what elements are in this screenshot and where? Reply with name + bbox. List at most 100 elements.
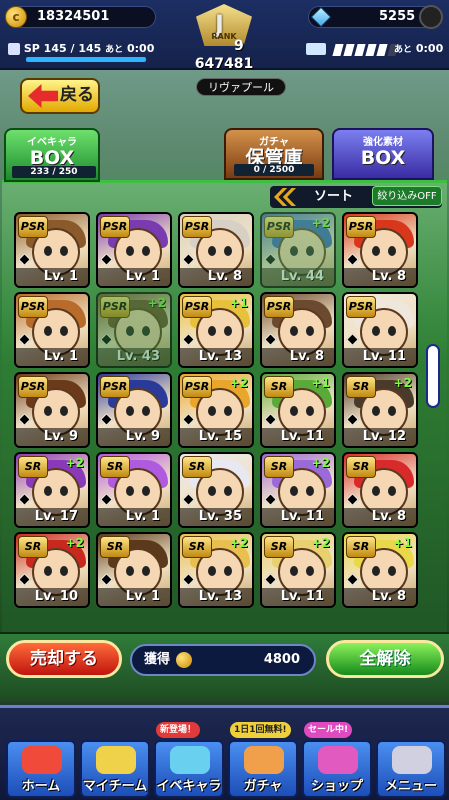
gain-value: 4800 bbox=[263, 652, 300, 667]
menu-button[interactable]: ガチャ bbox=[228, 740, 298, 798]
menu-button[interactable]: イベキャラ bbox=[154, 740, 224, 798]
add-gems-button[interactable] bbox=[419, 5, 443, 29]
menu-button[interactable]: ショップ bbox=[302, 740, 372, 798]
character-eye bbox=[142, 406, 150, 416]
character-card[interactable]: SR Lv. 8 bbox=[342, 452, 418, 528]
character-card[interactable]: SR +1 Lv. 11 bbox=[260, 372, 336, 448]
character-eye bbox=[290, 406, 298, 416]
character-eye bbox=[44, 326, 52, 336]
plus-value: +2 bbox=[65, 536, 84, 550]
release-all-button[interactable]: 全解除 bbox=[326, 640, 444, 678]
plus-value: +2 bbox=[65, 456, 84, 470]
character-card[interactable]: PSR Lv. 11 bbox=[342, 292, 418, 368]
character-card[interactable]: PSR +2 Lv. 43 bbox=[96, 292, 172, 368]
character-eye bbox=[44, 566, 52, 576]
rarity-badge: PSR bbox=[346, 216, 376, 238]
sp-icon bbox=[8, 43, 20, 55]
character-card[interactable]: PSR +2 Lv. 15 bbox=[178, 372, 254, 448]
character-card[interactable]: SR +2 Lv. 11 bbox=[260, 452, 336, 528]
plus-value: +2 bbox=[229, 536, 248, 550]
character-eye bbox=[142, 326, 150, 336]
character-card[interactable]: PSR Lv. 8 bbox=[260, 292, 336, 368]
tab-large-label: BOX bbox=[29, 147, 75, 169]
stamina-status bbox=[306, 42, 326, 55]
character-card[interactable]: SR +2 Lv. 13 bbox=[178, 532, 254, 608]
tab-count: 233 / 250 bbox=[12, 166, 96, 178]
back-arrow-icon bbox=[28, 84, 58, 108]
rarity-badge: PSR bbox=[264, 216, 294, 238]
tab-material-box[interactable]: 強化素材 BOX bbox=[332, 128, 434, 180]
tab-event-chara-box[interactable]: イベキャラ BOX 233 / 250 bbox=[4, 128, 100, 182]
card-level: Lv. 1 bbox=[16, 268, 88, 286]
rarity-badge: PSR bbox=[182, 216, 212, 238]
diamond-icon bbox=[100, 333, 113, 346]
menu-button[interactable]: マイチーム bbox=[80, 740, 150, 798]
character-card[interactable]: SR Lv. 1 bbox=[96, 532, 172, 608]
character-eye bbox=[208, 486, 216, 496]
rarity-badge: SR bbox=[182, 536, 212, 558]
character-card[interactable]: SR +2 Lv. 12 bbox=[342, 372, 418, 448]
card-level: Lv. 1 bbox=[98, 588, 170, 606]
character-eye bbox=[388, 326, 396, 336]
diamond-icon bbox=[264, 573, 277, 586]
filter-button[interactable]: 絞り込みOFF bbox=[372, 186, 442, 206]
card-level: Lv. 1 bbox=[16, 348, 88, 366]
plus-value: +2 bbox=[393, 376, 412, 390]
menu-tag: 新登場！ bbox=[156, 722, 201, 738]
character-eye bbox=[372, 246, 380, 256]
coin-value: 18324501 bbox=[37, 9, 110, 24]
menu-art-icon bbox=[392, 746, 432, 774]
character-eye bbox=[290, 246, 298, 256]
gem-icon bbox=[311, 7, 331, 27]
back-button[interactable]: 戻る bbox=[20, 78, 100, 114]
diamond-icon bbox=[100, 413, 113, 426]
character-card[interactable]: PSR Lv. 1 bbox=[14, 292, 90, 368]
character-card[interactable]: SR +1 Lv. 8 bbox=[342, 532, 418, 608]
plus-value: +2 bbox=[229, 376, 248, 390]
rank-points: 647481 bbox=[194, 56, 254, 72]
rarity-badge: SR bbox=[18, 536, 48, 558]
character-card[interactable]: PSR Lv. 8 bbox=[342, 212, 418, 288]
diamond-icon bbox=[182, 333, 195, 346]
character-card[interactable]: PSR +2 Lv. 44 bbox=[260, 212, 336, 288]
character-eye bbox=[208, 326, 216, 336]
menu-label: イベキャラ bbox=[156, 779, 222, 794]
character-card[interactable]: PSR Lv. 8 bbox=[178, 212, 254, 288]
character-card[interactable]: PSR Lv. 1 bbox=[96, 212, 172, 288]
card-level: Lv. 17 bbox=[16, 508, 88, 526]
menu-button[interactable]: ホーム bbox=[6, 740, 76, 798]
sell-button[interactable]: 売却する bbox=[6, 640, 122, 678]
rarity-badge: PSR bbox=[18, 296, 48, 318]
rarity-badge: PSR bbox=[182, 376, 212, 398]
character-card[interactable]: SR Lv. 35 bbox=[178, 452, 254, 528]
character-card[interactable]: SR +2 Lv. 17 bbox=[14, 452, 90, 528]
character-card[interactable]: PSR Lv. 1 bbox=[14, 212, 90, 288]
diamond-icon bbox=[264, 413, 277, 426]
sp-status: SP 145 / 145 あと 0:00 bbox=[8, 42, 154, 55]
character-eye bbox=[290, 326, 298, 336]
card-level: Lv. 8 bbox=[262, 348, 334, 366]
character-card[interactable]: PSR Lv. 9 bbox=[96, 372, 172, 448]
character-card[interactable]: PSR +1 Lv. 13 bbox=[178, 292, 254, 368]
plus-value: +2 bbox=[311, 216, 330, 230]
menu-button[interactable]: メニュー bbox=[376, 740, 446, 798]
bottom-menu: ホーム マイチーム イベキャラ 新登場！ ガチャ 1日1回無料! ショップ セール中! メニュー bbox=[0, 705, 449, 800]
scrollbar-thumb[interactable] bbox=[426, 344, 440, 408]
plus-value: +1 bbox=[393, 536, 412, 550]
tab-gacha-storage[interactable]: ガチャ 保管庫 0 / 2500 bbox=[224, 128, 324, 180]
rarity-badge: SR bbox=[346, 456, 376, 478]
diamond-icon bbox=[346, 573, 359, 586]
rank-level: 9 bbox=[234, 38, 244, 54]
character-card[interactable]: SR Lv. 1 bbox=[96, 452, 172, 528]
character-eye bbox=[208, 566, 216, 576]
character-card[interactable]: PSR Lv. 9 bbox=[14, 372, 90, 448]
sort-label: ソート bbox=[314, 189, 354, 204]
stamina-suffix: あと bbox=[394, 45, 413, 55]
diamond-icon bbox=[182, 493, 195, 506]
rarity-badge: SR bbox=[18, 456, 48, 478]
card-level: Lv. 8 bbox=[344, 268, 416, 286]
character-card[interactable]: SR +2 Lv. 10 bbox=[14, 532, 90, 608]
character-eye bbox=[44, 406, 52, 416]
character-card[interactable]: SR +2 Lv. 11 bbox=[260, 532, 336, 608]
coin-icon: c bbox=[5, 6, 27, 28]
